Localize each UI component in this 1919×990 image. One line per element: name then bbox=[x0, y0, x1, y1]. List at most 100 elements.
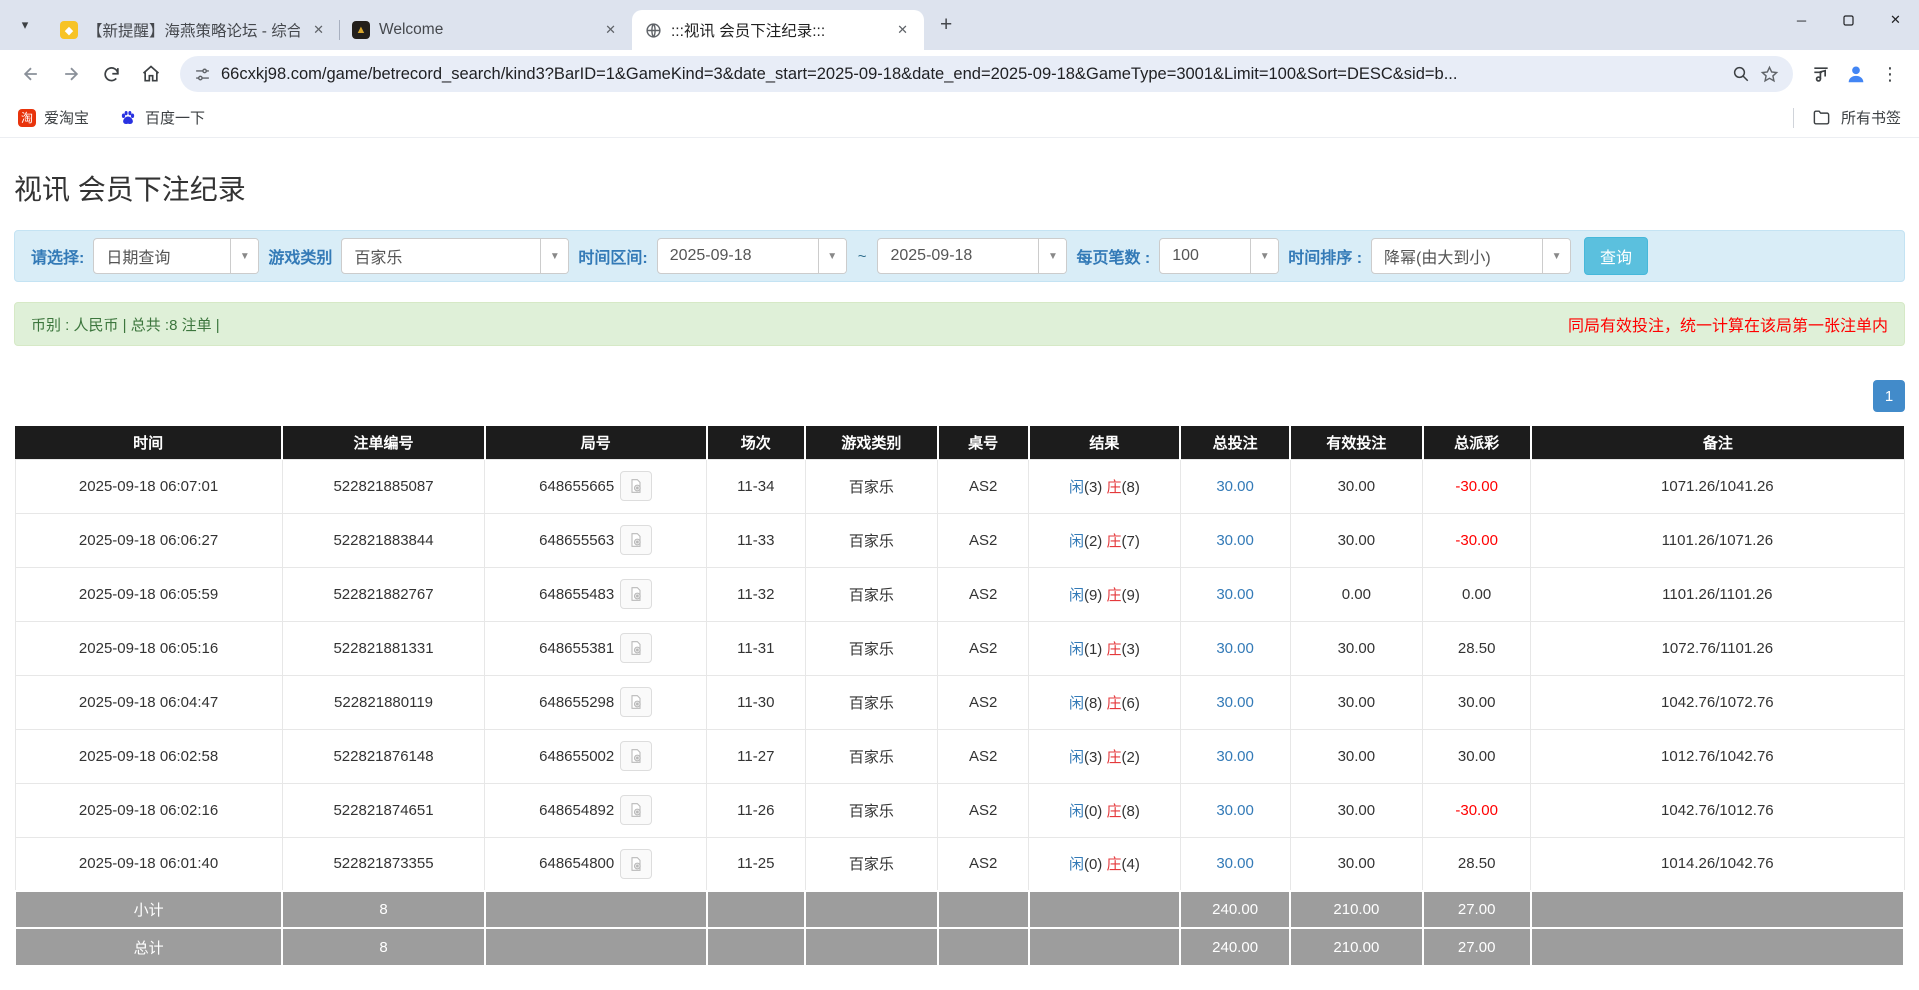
cell-total-bet[interactable]: 30.00 bbox=[1180, 459, 1290, 513]
banker-result: 庄 bbox=[1106, 749, 1121, 766]
subtotal-row: 小计8240.00210.0027.00 bbox=[15, 891, 1904, 928]
url-text[interactable]: 66cxkj98.com/game/betrecord_search/kind3… bbox=[221, 65, 1722, 84]
cell-table-number: AS2 bbox=[938, 513, 1029, 567]
footer-cell bbox=[1029, 928, 1181, 965]
bookmark-baidu[interactable]: 百度一下 bbox=[119, 107, 205, 128]
video-replay-icon[interactable] bbox=[620, 525, 652, 555]
forward-icon[interactable] bbox=[54, 57, 88, 91]
player-result: 闲 bbox=[1069, 641, 1084, 658]
bookmark-aitaobao[interactable]: 淘 爱淘宝 bbox=[18, 107, 89, 128]
query-mode-value: 日期查询 bbox=[94, 239, 230, 273]
video-replay-icon[interactable] bbox=[620, 579, 652, 609]
cell-total-bet[interactable]: 30.00 bbox=[1180, 513, 1290, 567]
video-replay-icon[interactable] bbox=[620, 741, 652, 771]
zoom-icon[interactable] bbox=[1732, 65, 1750, 83]
cell-time: 2025-09-18 06:04:47 bbox=[15, 675, 282, 729]
cell-time: 2025-09-18 06:01:40 bbox=[15, 837, 282, 891]
browser-menu-kebab-icon[interactable]: ⋮ bbox=[1881, 64, 1899, 85]
video-replay-icon[interactable] bbox=[620, 471, 652, 501]
tab-forum[interactable]: ◆ 【新提醒】海燕策略论坛 - 综合 ✕ bbox=[48, 10, 340, 50]
cell-remark: 1101.26/1071.26 bbox=[1531, 513, 1904, 567]
window-controls: ─ ✕ bbox=[1778, 0, 1919, 40]
date-range-label: 时间区间: bbox=[578, 244, 647, 268]
footer-cell: 210.00 bbox=[1290, 891, 1423, 928]
cell-total-bet[interactable]: 30.00 bbox=[1180, 837, 1290, 891]
tab-search-chevron-icon[interactable]: ▾ bbox=[10, 10, 40, 40]
all-bookmarks[interactable]: 所有书签 bbox=[1793, 107, 1901, 128]
cell-table-number: AS2 bbox=[938, 621, 1029, 675]
bookmarks-divider bbox=[1793, 108, 1794, 128]
cell-total-bet[interactable]: 30.00 bbox=[1180, 675, 1290, 729]
date-start-select[interactable]: 2025-09-18 ▼ bbox=[657, 238, 847, 274]
chevron-down-icon[interactable]: ▼ bbox=[818, 239, 846, 273]
round-number: 648654800 bbox=[539, 855, 614, 872]
sort-select[interactable]: 降幂(由大到小) ▼ bbox=[1371, 238, 1571, 274]
video-replay-icon[interactable] bbox=[620, 633, 652, 663]
table-row: 2025-09-18 06:02:58522821876148648655002… bbox=[15, 729, 1904, 783]
media-controls-icon[interactable] bbox=[1811, 64, 1831, 84]
cell-bet-number: 522821876148 bbox=[282, 729, 485, 783]
query-mode-select[interactable]: 日期查询 ▼ bbox=[93, 238, 259, 274]
tab-bet-records[interactable]: :::视讯 会员下注纪录::: ✕ bbox=[632, 10, 924, 50]
tab-title: 【新提醒】海燕策略论坛 - 综合 bbox=[87, 19, 300, 41]
tab-close-icon[interactable]: ✕ bbox=[601, 20, 620, 40]
cell-total-bet[interactable]: 30.00 bbox=[1180, 783, 1290, 837]
search-button[interactable]: 查询 bbox=[1584, 237, 1648, 275]
cell-time: 2025-09-18 06:07:01 bbox=[15, 459, 282, 513]
footer-cell: 8 bbox=[282, 891, 485, 928]
tab-strip: ▾ ◆ 【新提醒】海燕策略论坛 - 综合 ✕ ▲ Welcome ✕ :::视讯… bbox=[0, 0, 1919, 50]
cell-payout: -30.00 bbox=[1423, 783, 1531, 837]
tab-close-icon[interactable]: ✕ bbox=[893, 20, 912, 40]
site-settings-icon[interactable] bbox=[194, 66, 211, 83]
maximize-button[interactable] bbox=[1825, 0, 1872, 40]
per-page-select[interactable]: 100 ▼ bbox=[1159, 238, 1279, 274]
table-row: 2025-09-18 06:02:16522821874651648654892… bbox=[15, 783, 1904, 837]
currency-summary-text: 币别 : 人民币 | 总共 :8 注单 | bbox=[31, 314, 220, 335]
video-replay-icon[interactable] bbox=[620, 795, 652, 825]
cell-table-number: AS2 bbox=[938, 675, 1029, 729]
bookmark-star-icon[interactable] bbox=[1760, 65, 1779, 84]
chevron-down-icon[interactable]: ▼ bbox=[230, 239, 258, 273]
profile-avatar-icon[interactable] bbox=[1845, 63, 1867, 85]
close-window-button[interactable]: ✕ bbox=[1872, 0, 1919, 40]
chevron-down-icon[interactable]: ▼ bbox=[540, 239, 568, 273]
cell-result: 闲(8) 庄(6) bbox=[1029, 675, 1181, 729]
url-bar[interactable]: 66cxkj98.com/game/betrecord_search/kind3… bbox=[180, 56, 1793, 92]
folder-icon bbox=[1812, 108, 1831, 127]
cell-total-bet[interactable]: 30.00 bbox=[1180, 621, 1290, 675]
sort-value: 降幂(由大到小) bbox=[1372, 239, 1542, 273]
cell-result: 闲(2) 庄(7) bbox=[1029, 513, 1181, 567]
page-number-button[interactable]: 1 bbox=[1873, 380, 1905, 412]
cell-total-bet[interactable]: 30.00 bbox=[1180, 567, 1290, 621]
game-kind-select[interactable]: 百家乐 ▼ bbox=[341, 238, 569, 274]
select-mode-label: 请选择: bbox=[31, 244, 84, 268]
cell-valid-bet: 30.00 bbox=[1290, 513, 1423, 567]
tab-close-icon[interactable]: ✕ bbox=[309, 20, 328, 40]
column-header: 结果 bbox=[1029, 426, 1181, 459]
chevron-down-icon[interactable]: ▼ bbox=[1542, 239, 1570, 273]
new-tab-button[interactable]: + bbox=[934, 13, 958, 37]
column-header: 时间 bbox=[15, 426, 282, 459]
cell-remark: 1072.76/1101.26 bbox=[1531, 621, 1904, 675]
cell-bet-number: 522821880119 bbox=[282, 675, 485, 729]
cell-payout: 28.50 bbox=[1423, 837, 1531, 891]
tab-welcome[interactable]: ▲ Welcome ✕ bbox=[340, 10, 632, 50]
cell-session: 11-26 bbox=[707, 783, 806, 837]
round-number: 648655563 bbox=[539, 532, 614, 549]
cell-total-bet[interactable]: 30.00 bbox=[1180, 729, 1290, 783]
video-replay-icon[interactable] bbox=[620, 849, 652, 879]
column-header: 场次 bbox=[707, 426, 806, 459]
back-icon[interactable] bbox=[14, 57, 48, 91]
bet-records-table: 时间注单编号局号场次游戏类别桌号结果总投注有效投注总派彩备注 2025-09-1… bbox=[14, 426, 1905, 965]
reload-icon[interactable] bbox=[94, 57, 128, 91]
cell-time: 2025-09-18 06:02:16 bbox=[15, 783, 282, 837]
minimize-button[interactable]: ─ bbox=[1778, 0, 1825, 40]
table-row: 2025-09-18 06:05:16522821881331648655381… bbox=[15, 621, 1904, 675]
table-row: 2025-09-18 06:01:40522821873355648654800… bbox=[15, 837, 1904, 891]
home-icon[interactable] bbox=[134, 57, 168, 91]
chevron-down-icon[interactable]: ▼ bbox=[1038, 239, 1066, 273]
video-replay-icon[interactable] bbox=[620, 687, 652, 717]
chevron-down-icon[interactable]: ▼ bbox=[1250, 239, 1278, 273]
date-end-select[interactable]: 2025-09-18 ▼ bbox=[877, 238, 1067, 274]
column-header: 局号 bbox=[485, 426, 707, 459]
